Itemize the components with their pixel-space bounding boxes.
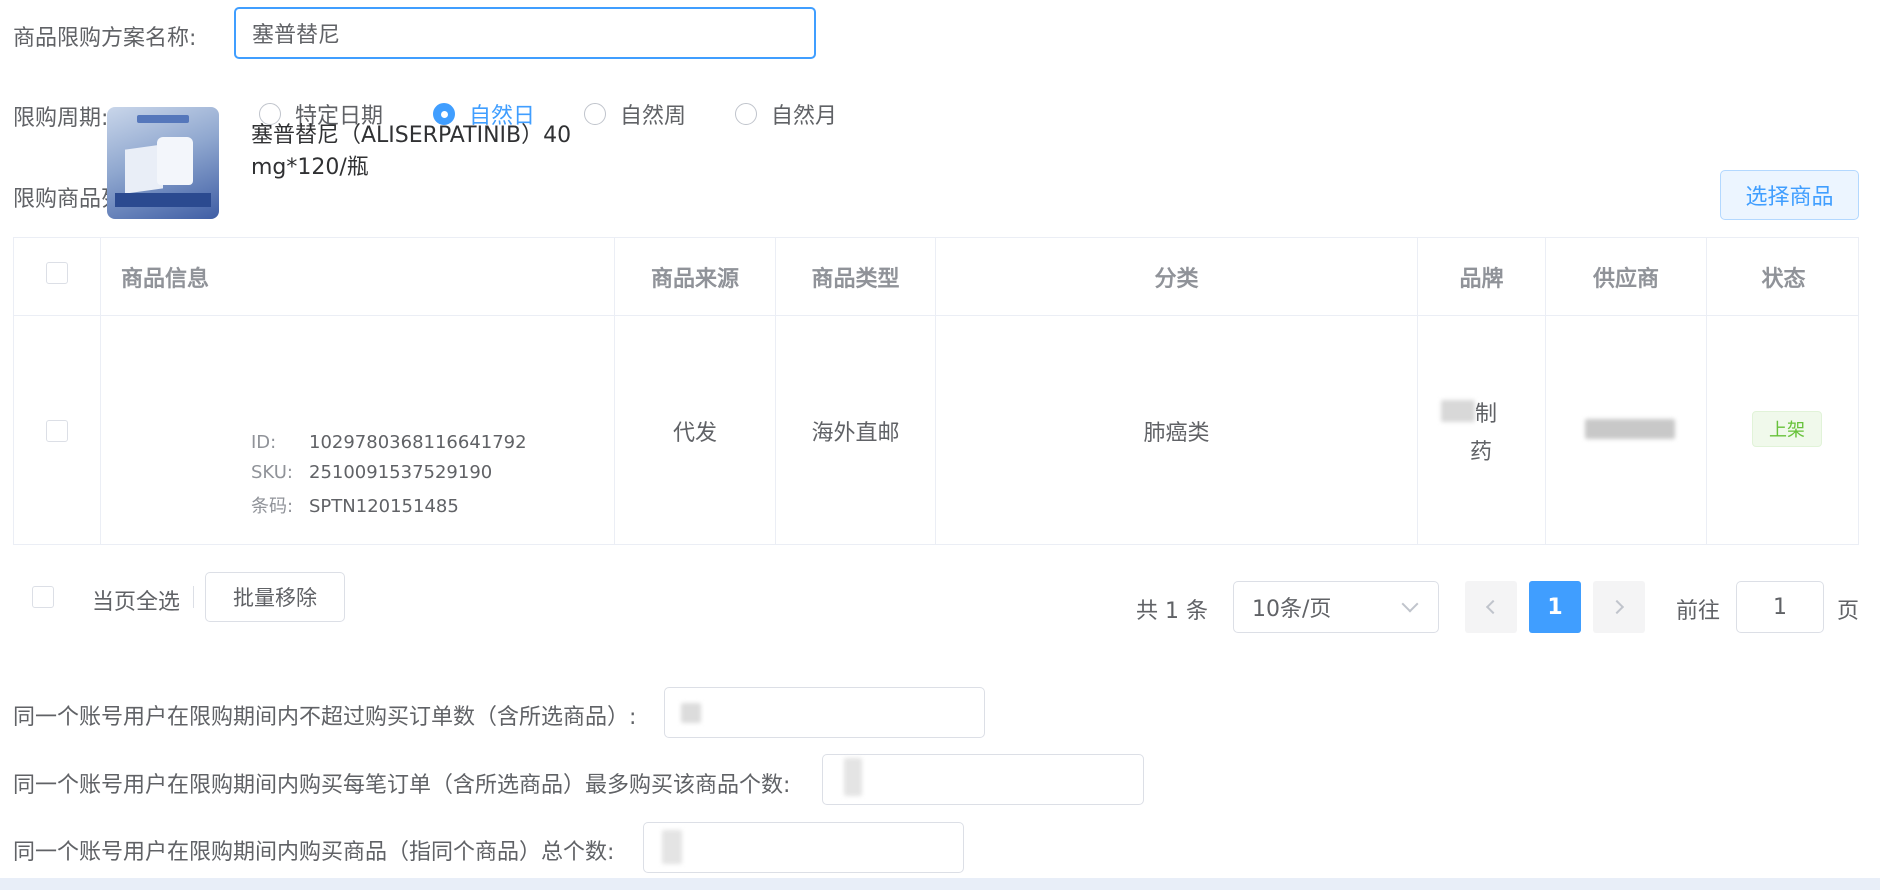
chevron-left-icon <box>1485 599 1501 615</box>
column-header-brand: 品牌 <box>1459 266 1504 292</box>
goto-page-input[interactable] <box>1736 581 1824 633</box>
select-page-all-label[interactable]: 当页全选 <box>92 584 180 616</box>
supplier-redacted <box>1585 419 1675 439</box>
column-header-type: 商品类型 <box>811 266 900 292</box>
page-size-select[interactable]: 10条/页 <box>1233 581 1439 633</box>
product-name: 塞普替尼（ALISERPATINIB）40 mg*120/瓶 <box>251 123 572 180</box>
max-per-order-redacted <box>844 758 862 796</box>
bottom-strip <box>0 878 1880 890</box>
max-total-input[interactable] <box>643 822 964 873</box>
page-suffix-label: 页 <box>1837 599 1860 624</box>
header-select-all-cell <box>14 238 100 315</box>
period-radio-natural-week[interactable]: 自然周 <box>584 100 687 129</box>
goto-label: 前往 <box>1676 599 1721 624</box>
column-header-supplier: 供应商 <box>1592 266 1659 292</box>
row-category: 肺癌类 <box>1143 420 1210 446</box>
row-source: 代发 <box>672 420 717 446</box>
max-orders-label: 同一个账号用户在限购期间内不超过购买订单数（含所选商品）: <box>13 705 637 730</box>
product-sku: SKU: 2510091537529190 <box>251 462 493 483</box>
radio-unchecked-icon <box>735 103 757 125</box>
brand-text-line2: 药 <box>1470 440 1493 465</box>
next-page-button[interactable] <box>1593 581 1645 633</box>
product-id: ID: 1029780368116641792 <box>251 432 527 453</box>
max-total-label: 同一个账号用户在限购期间内购买商品（指同个商品）总个数: <box>13 840 615 865</box>
product-barcode: 条码: SPTN120151485 <box>251 496 459 517</box>
max-per-order-label: 同一个账号用户在限购期间内购买每笔订单（含所选商品）最多购买该商品个数: <box>13 773 791 798</box>
brand-redacted <box>1441 400 1475 422</box>
column-header-product-info: 商品信息 <box>121 266 210 292</box>
brand-text-line1: 制 <box>1475 402 1498 427</box>
chevron-down-icon <box>1401 595 1419 613</box>
status-badge: 上架 <box>1752 411 1822 447</box>
page-size-value: 10条/页 <box>1252 597 1332 622</box>
plan-name-input[interactable] <box>234 7 816 59</box>
row-select-cell <box>14 316 100 545</box>
max-orders-input[interactable] <box>664 687 985 738</box>
chevron-right-icon <box>1609 599 1625 615</box>
period-label: 限购周期: <box>13 106 109 131</box>
select-page-all-checkbox[interactable] <box>32 586 54 608</box>
row-type: 海外直邮 <box>811 420 900 446</box>
pagination-total: 共 1 条 <box>1136 599 1208 624</box>
period-radio-label: 自然周 <box>620 104 687 129</box>
max-per-order-input[interactable] <box>822 754 1144 805</box>
period-radio-natural-month[interactable]: 自然月 <box>735 100 838 129</box>
prev-page-button[interactable] <box>1465 581 1517 633</box>
max-orders-redacted <box>681 703 701 723</box>
column-header-status: 状态 <box>1761 266 1806 292</box>
page-number-current[interactable]: 1 <box>1529 581 1581 633</box>
header-checkbox[interactable] <box>46 261 68 284</box>
period-radio-label: 自然月 <box>771 104 838 129</box>
plan-name-label: 商品限购方案名称: <box>13 26 197 51</box>
product-thumbnail <box>107 107 219 219</box>
column-header-category: 分类 <box>1154 266 1199 292</box>
batch-remove-button[interactable]: 批量移除 <box>205 572 345 622</box>
column-header-source: 商品来源 <box>650 266 739 292</box>
select-products-button[interactable]: 选择商品 <box>1720 170 1859 220</box>
row-checkbox[interactable] <box>46 419 68 442</box>
max-total-redacted <box>662 830 682 864</box>
